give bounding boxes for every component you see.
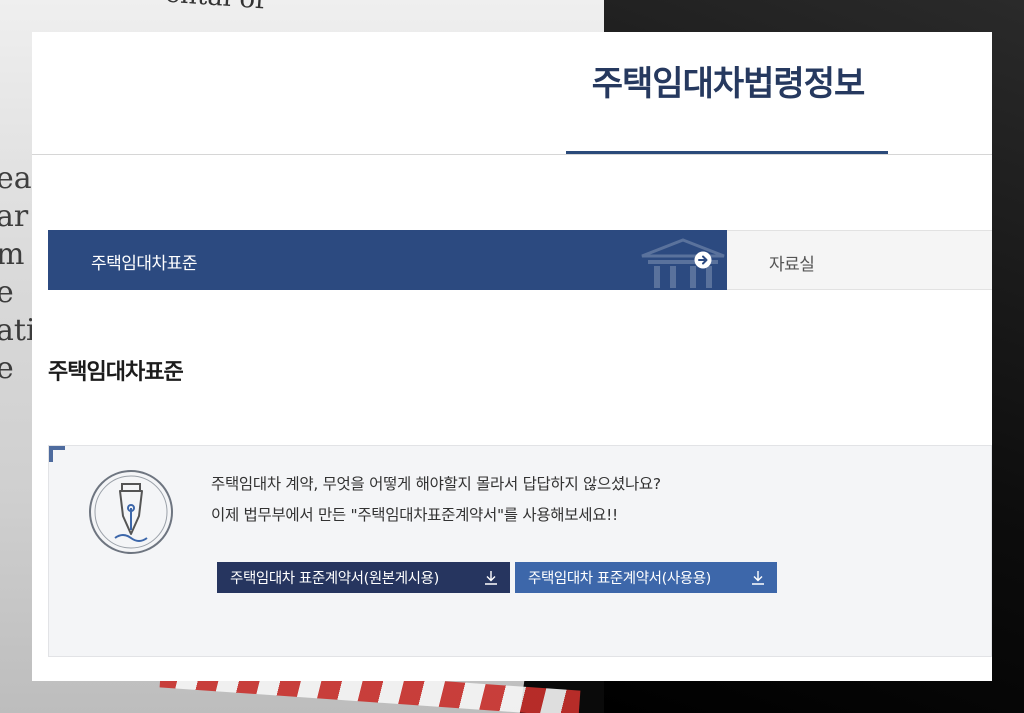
download-usage-contract-button[interactable]: 주택임대차 표준계약서(사용용) <box>515 562 777 593</box>
fountain-pen-icon <box>89 470 173 554</box>
building-icon <box>641 238 725 288</box>
tab-bar: 주택임대차표준 자료실 <box>48 230 992 290</box>
site-title[interactable]: 주택임대차법령정보 <box>566 56 890 105</box>
background-letter: ea <box>0 161 32 196</box>
header-divider <box>32 154 992 155</box>
download-original-contract-button[interactable]: 주택임대차 표준계약서(원본게시용) <box>217 562 510 593</box>
tab-label: 주택임대차표준 <box>91 254 197 274</box>
info-text-line-2: 이제 법무부에서 만든 "주택임대차표준계약서"를 사용해보세요!! <box>211 506 618 524</box>
tab-data-room[interactable]: 자료실 <box>727 230 992 290</box>
download-icon <box>752 571 764 585</box>
info-box: 주택임대차 계약, 무엇을 어떻게 해야할지 몰라서 답답하지 않으셨나요? 이… <box>48 445 992 657</box>
button-label: 주택임대차 표준계약서(원본게시용) <box>230 571 439 587</box>
background-letter: ar <box>0 199 29 234</box>
background-side-letters: ea ar m e ati e <box>0 160 36 388</box>
tab-housing-lease-standard[interactable]: 주택임대차표준 <box>48 230 727 290</box>
background-letter: e <box>0 351 14 386</box>
content-card: 주택임대차법령정보 주택임대차표준 자료실 주택임대차표준 주택임대차 계약, … <box>32 32 992 681</box>
tab-label: 자료실 <box>769 255 815 275</box>
download-icon <box>485 571 497 585</box>
background-letter: ati <box>0 313 36 348</box>
background-letter: m <box>0 237 25 272</box>
section-title: 주택임대차표준 <box>48 360 184 385</box>
info-text-line-1: 주택임대차 계약, 무엇을 어떻게 해야할지 몰라서 답답하지 않으셨나요? <box>211 475 661 493</box>
button-label: 주택임대차 표준계약서(사용용) <box>528 571 711 587</box>
arrow-right-circle-icon <box>694 251 712 269</box>
background-letter: e <box>0 275 14 310</box>
corner-mark <box>49 446 65 462</box>
